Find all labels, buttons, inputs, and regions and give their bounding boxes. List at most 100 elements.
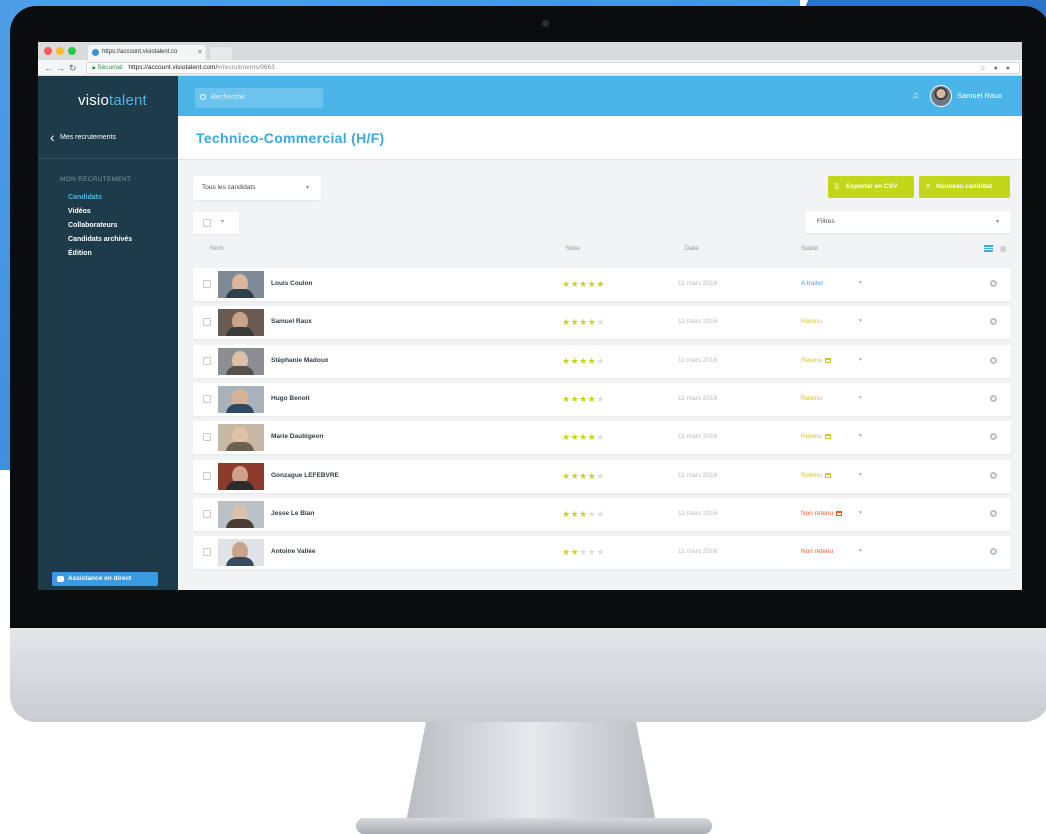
gear-icon[interactable] bbox=[990, 318, 997, 326]
grid-view-icon[interactable]: ▦ bbox=[1000, 245, 1007, 253]
row-checkbox[interactable] bbox=[203, 509, 211, 518]
new-tab-button[interactable] bbox=[210, 47, 232, 60]
table-row[interactable]: Hugo Benoit ★★★★★ 11 mars 2016 Retenu ▾ bbox=[193, 382, 1011, 416]
rating-stars[interactable]: ★★★★★ bbox=[562, 547, 605, 558]
extension-icons[interactable]: ☆ ● ● bbox=[979, 64, 1013, 74]
chevron-down-icon[interactable]: ▾ bbox=[859, 318, 862, 324]
candidate-name[interactable]: Marie Daubigeon bbox=[271, 433, 323, 440]
chevron-left-icon[interactable]: ‹ bbox=[50, 129, 55, 145]
sidebar-item-0[interactable]: Candidats bbox=[68, 194, 102, 201]
status-badge[interactable]: Retenu bbox=[801, 395, 822, 402]
row-checkbox[interactable] bbox=[203, 280, 211, 288]
select-all-checkbox[interactable] bbox=[203, 219, 211, 227]
row-checkbox[interactable] bbox=[203, 356, 211, 365]
candidate-thumbnail[interactable] bbox=[218, 500, 264, 528]
sidebar-item-2[interactable]: Collaborateurs bbox=[68, 222, 117, 229]
search-input[interactable]: Recherche bbox=[195, 88, 323, 108]
back-to-recruitments-link[interactable]: Mes recrutements bbox=[60, 134, 116, 141]
candidate-thumbnail[interactable] bbox=[218, 385, 264, 413]
logo[interactable]: visiotalent bbox=[78, 92, 147, 109]
maximize-window-icon[interactable] bbox=[68, 47, 76, 55]
live-assistance-button[interactable]: Assistance en direct bbox=[52, 572, 158, 586]
candidate-name[interactable]: Antoine Vallée bbox=[271, 548, 315, 555]
gear-icon[interactable] bbox=[990, 356, 997, 364]
gear-icon[interactable] bbox=[990, 509, 997, 517]
candidate-thumbnail[interactable] bbox=[218, 347, 264, 375]
gear-icon[interactable] bbox=[990, 280, 997, 287]
status-badge[interactable]: Retenu bbox=[801, 357, 831, 364]
status-badge[interactable]: Retenu bbox=[801, 472, 831, 479]
url-bar[interactable]: 🔒︎ Sécurisé https://account.visiotalent.… bbox=[86, 62, 1020, 74]
candidate-name[interactable]: Samuel Raux bbox=[271, 318, 312, 325]
status-badge[interactable]: Retenu bbox=[801, 433, 831, 440]
table-row[interactable]: Stéphanie Madoux ★★★★★ 11 mars 2016 Retenu ▾ bbox=[193, 344, 1011, 378]
chevron-down-icon[interactable]: ▾ bbox=[859, 357, 862, 363]
chevron-down-icon[interactable]: ▾ bbox=[859, 510, 862, 516]
candidate-thumbnail[interactable] bbox=[218, 462, 264, 490]
gear-icon[interactable] bbox=[990, 548, 997, 556]
user-name[interactable]: Samuel Raux bbox=[957, 91, 1002, 100]
tab-close-icon[interactable]: × bbox=[198, 45, 202, 60]
candidate-thumbnail[interactable] bbox=[218, 271, 264, 298]
table-row[interactable]: Jesse Le Blan ★★★★★ 11 mars 2016 Non retenu… bbox=[193, 497, 1011, 531]
close-window-icon[interactable] bbox=[44, 47, 52, 55]
chevron-down-icon[interactable]: ▾ bbox=[859, 433, 862, 439]
forward-arrow-icon[interactable]: → bbox=[56, 62, 65, 74]
candidate-name[interactable]: Jesse Le Blan bbox=[271, 510, 314, 517]
candidate-name[interactable]: Stéphanie Madoux bbox=[271, 357, 328, 364]
candidate-thumbnail[interactable] bbox=[218, 424, 264, 452]
minimize-window-icon[interactable] bbox=[56, 47, 64, 55]
status-badge[interactable]: A traiter bbox=[801, 280, 823, 287]
row-checkbox[interactable] bbox=[203, 548, 211, 557]
row-checkbox[interactable] bbox=[203, 394, 211, 403]
column-header-date[interactable]: Date bbox=[685, 245, 699, 252]
sidebar-item-3[interactable]: Candidats archivés bbox=[68, 236, 132, 243]
column-header-rating[interactable]: Note bbox=[566, 245, 580, 252]
new-candidate-button[interactable]: + Nouveau candidat bbox=[919, 176, 1010, 198]
export-csv-button[interactable]: ▯ Exporter en CSV bbox=[828, 176, 914, 198]
candidate-name[interactable]: Gonzague LEFEBVRE bbox=[271, 472, 339, 479]
chevron-down-icon[interactable]: ▾ bbox=[859, 395, 862, 401]
row-checkbox[interactable] bbox=[203, 318, 211, 327]
gear-icon[interactable] bbox=[990, 471, 997, 479]
back-arrow-icon[interactable]: ← bbox=[44, 62, 53, 74]
bulk-select-dropdown[interactable]: ▾ bbox=[193, 212, 239, 234]
bell-icon[interactable]: ♫ bbox=[912, 90, 919, 100]
status-badge[interactable]: Non retenu bbox=[801, 510, 843, 517]
chevron-down-icon[interactable]: ▾ bbox=[859, 548, 862, 554]
rating-stars[interactable]: ★★★★★ bbox=[562, 317, 605, 328]
avatar[interactable] bbox=[930, 85, 952, 107]
candidate-name[interactable]: Louis Coulon bbox=[271, 280, 313, 287]
row-checkbox[interactable] bbox=[203, 433, 211, 442]
table-row[interactable]: Samuel Raux ★★★★★ 11 mars 2016 Retenu ▾ bbox=[193, 306, 1011, 340]
sidebar-item-1[interactable]: Vidéos bbox=[68, 208, 91, 215]
status-badge[interactable]: Retenu bbox=[801, 318, 822, 325]
candidate-name[interactable]: Hugo Benoit bbox=[271, 395, 310, 402]
status-badge[interactable]: Non retenu bbox=[801, 548, 833, 555]
sidebar-item-4[interactable]: Édition bbox=[68, 250, 92, 257]
table-row[interactable]: Antoine Vallée ★★★★★ 11 mars 2016 Non reten… bbox=[193, 536, 1011, 570]
gear-icon[interactable] bbox=[990, 433, 997, 441]
candidates-filter-select[interactable]: Tous les candidats ▾ bbox=[193, 176, 321, 200]
reload-icon[interactable]: ↻ bbox=[69, 62, 77, 74]
rating-stars[interactable]: ★★★★★ bbox=[562, 279, 605, 290]
rating-stars[interactable]: ★★★★★ bbox=[562, 509, 605, 520]
candidate-thumbnail[interactable] bbox=[218, 309, 264, 337]
column-header-status[interactable]: Statut bbox=[801, 245, 818, 252]
table-row[interactable]: Gonzague LEFEBVRE ★★★★★ 11 mars 2016 Retenu… bbox=[193, 459, 1011, 493]
rating-stars[interactable]: ★★★★★ bbox=[562, 432, 605, 443]
candidate-thumbnail[interactable] bbox=[218, 539, 264, 567]
table-row[interactable]: Louis Coulon ★★★★★ 11 mars 2016 A traiter ▾ bbox=[193, 268, 1011, 301]
gear-icon[interactable] bbox=[990, 394, 997, 402]
chevron-down-icon[interactable]: ▾ bbox=[859, 472, 862, 478]
rating-stars[interactable]: ★★★★★ bbox=[562, 471, 605, 482]
filters-dropdown[interactable]: Filtres ▾ bbox=[805, 211, 1011, 233]
chevron-down-icon[interactable]: ▾ bbox=[859, 280, 862, 286]
rating-stars[interactable]: ★★★★★ bbox=[562, 394, 605, 405]
list-view-icon[interactable] bbox=[984, 245, 993, 252]
browser-tab[interactable]: https://account.visiotalent.co × bbox=[88, 45, 206, 60]
column-header-name[interactable]: Nom bbox=[210, 245, 224, 252]
rating-stars[interactable]: ★★★★★ bbox=[562, 356, 605, 367]
row-checkbox[interactable] bbox=[203, 471, 211, 480]
table-row[interactable]: Marie Daubigeon ★★★★★ 11 mars 2016 Retenu ▾ bbox=[193, 421, 1011, 455]
